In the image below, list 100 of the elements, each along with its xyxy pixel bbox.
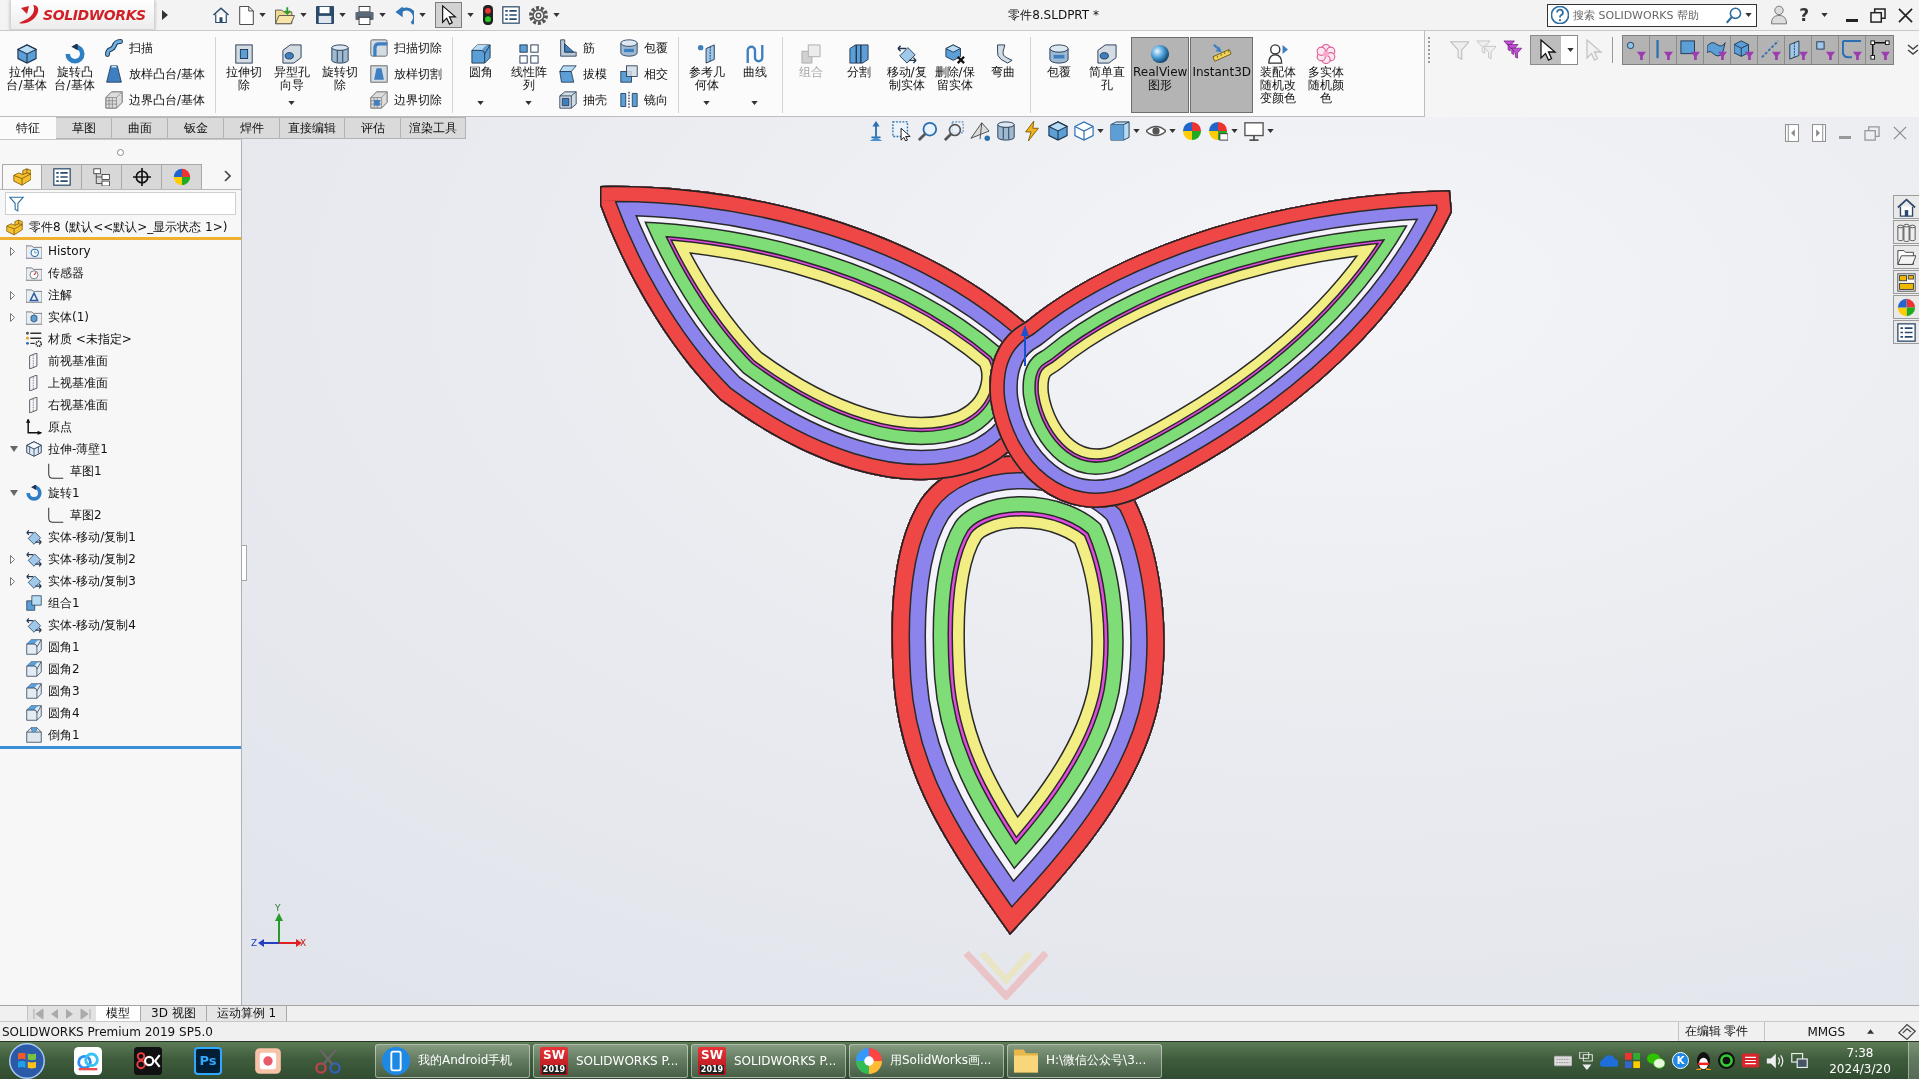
model-tab[interactable]: 运动算例 1: [206, 1006, 288, 1021]
splitter-handle[interactable]: [241, 545, 247, 581]
logo-panel[interactable]: SOLIDWORKS: [10, 0, 155, 30]
tree-item[interactable]: 草图1: [46, 461, 104, 481]
ribbon-button[interactable]: 包覆: [617, 37, 672, 59]
toolbar-grip[interactable]: [1428, 36, 1432, 63]
tree-item[interactable]: 传感器: [24, 263, 86, 283]
list-icon[interactable]: [502, 6, 520, 24]
caret-down-icon[interactable]: [419, 13, 426, 17]
collapsed-arrow-icon[interactable]: [10, 246, 15, 256]
panel-tab[interactable]: [82, 164, 122, 189]
wedge-icon[interactable]: [970, 121, 990, 141]
clock-date[interactable]: 2024/3/20: [1829, 1060, 1891, 1077]
ribbon-button[interactable]: Instant3D: [1190, 37, 1254, 113]
tree-item[interactable]: 拉伸-薄壁1: [24, 439, 110, 459]
minimize-icon[interactable]: [1846, 18, 1858, 22]
task-pane-tab[interactable]: [1893, 245, 1919, 269]
caret-down-icon[interactable]: [1097, 129, 1104, 133]
tree-item[interactable]: 圆角1: [24, 637, 82, 657]
help-button[interactable]: ?: [1799, 5, 1809, 25]
ribbon-button[interactable]: 多实体随机颜色: [1302, 37, 1350, 113]
zoom-area-icon[interactable]: [944, 121, 964, 141]
filter-toggle-button[interactable]: [1839, 35, 1866, 64]
ribbon-button[interactable]: 边界切除: [367, 89, 446, 111]
command-tab[interactable]: 渲染工具: [401, 117, 466, 139]
show-desktop-button[interactable]: [1908, 1041, 1919, 1079]
caret-down-icon[interactable]: [300, 13, 307, 17]
caret-down-icon[interactable]: [1133, 129, 1140, 133]
ribbon-button[interactable]: RealView图形: [1131, 37, 1190, 113]
tree-item[interactable]: 草图2: [46, 505, 104, 525]
wireframe-cube-icon[interactable]: [1074, 121, 1094, 141]
rebuild-icon[interactable]: [1898, 1022, 1916, 1041]
select-tool-button[interactable]: [435, 2, 462, 28]
color-ball-icon[interactable]: [1182, 121, 1202, 141]
color-blocks-icon[interactable]: [1625, 1053, 1640, 1068]
app-tile[interactable]: Ps: [194, 1046, 222, 1075]
double-chevron-icon[interactable]: [1907, 44, 1919, 55]
ribbon-button[interactable]: 扫描切除: [367, 37, 446, 59]
ribbon-button[interactable]: 分割: [835, 37, 883, 113]
caret-down-icon[interactable]: [1169, 129, 1176, 133]
panel-tab[interactable]: [42, 164, 82, 189]
ribbon-button[interactable]: 放样切割: [367, 63, 446, 85]
ribbon-button[interactable]: 删除/保留实体: [931, 37, 979, 113]
triangle-right-icon[interactable]: [162, 10, 168, 20]
tree-item[interactable]: 原点: [24, 417, 74, 437]
zoom-icon[interactable]: [918, 121, 938, 141]
cube-icon[interactable]: [1048, 121, 1068, 141]
command-tab[interactable]: 曲面: [112, 117, 168, 139]
task-pane-tab[interactable]: [1893, 195, 1919, 219]
command-tab[interactable]: 评估: [345, 117, 401, 139]
filter-field[interactable]: [5, 192, 236, 215]
ribbon-button[interactable]: 相交: [617, 63, 672, 85]
taskbar-button[interactable]: 我的Android手机: [375, 1043, 530, 1078]
caret-down-icon[interactable]: [467, 13, 474, 17]
caret-down-icon[interactable]: [379, 13, 386, 17]
close-icon[interactable]: [1898, 7, 1913, 23]
filter-toggle-button[interactable]: [1758, 35, 1785, 64]
ribbon-button[interactable]: 镜向: [617, 89, 672, 111]
tree-item[interactable]: 前视基准面: [24, 351, 110, 371]
ribbon-button[interactable]: 筋: [556, 37, 611, 59]
caret-down-icon[interactable]: [1821, 13, 1828, 17]
penguin-icon[interactable]: [1696, 1051, 1711, 1070]
task-pane-tab[interactable]: [1893, 220, 1919, 244]
tree-item[interactable]: 材质 <未指定>: [24, 329, 134, 349]
dotted-square-cursor-icon[interactable]: [892, 121, 912, 141]
collapsed-arrow-icon[interactable]: [10, 290, 15, 300]
filter-toggle-button[interactable]: [1866, 35, 1893, 64]
task-pane-tab[interactable]: [1893, 270, 1919, 294]
tray-badge[interactable]: K: [1672, 1052, 1689, 1069]
caret-down-icon[interactable]: [259, 13, 266, 17]
filter-toggle-button[interactable]: [1650, 35, 1677, 64]
picture-app-icon[interactable]: [254, 1046, 282, 1075]
tree-item[interactable]: 倒角1: [24, 725, 82, 745]
collapsed-arrow-icon[interactable]: [10, 576, 15, 586]
tree-item[interactable]: 实体-移动/复制4: [24, 615, 138, 635]
collapsed-arrow-icon[interactable]: [10, 312, 15, 322]
filter-toggle-button[interactable]: [1812, 35, 1839, 64]
search-icon[interactable]: [1726, 6, 1743, 24]
ribbon-button[interactable]: 旋转切除: [316, 37, 364, 113]
ribbon-button[interactable]: 曲线: [731, 37, 779, 113]
filter-toggle-button[interactable]: [1704, 35, 1731, 64]
ribbon-button[interactable]: 抽壳: [556, 89, 611, 111]
lightning-icon[interactable]: [1022, 121, 1042, 141]
orb-icon[interactable]: [9, 1042, 45, 1079]
ribbon-button[interactable]: 扫描: [102, 37, 209, 59]
ribbon-button[interactable]: 移动/复制实体: [883, 37, 931, 113]
task-pane-tab[interactable]: [1893, 295, 1919, 319]
ribbon-button[interactable]: 弯曲: [979, 37, 1027, 113]
page-icon[interactable]: [239, 5, 254, 25]
ring-icon[interactable]: [1718, 1052, 1735, 1069]
home-icon[interactable]: [212, 6, 230, 24]
select-tool-button[interactable]: [1530, 34, 1578, 65]
user-icon[interactable]: [1771, 5, 1788, 25]
tree-item[interactable]: 组合1: [24, 593, 82, 613]
caret-down-icon[interactable]: [1745, 13, 1753, 17]
app-tray-icon[interactable]: [1742, 1053, 1759, 1068]
model-tab[interactable]: 模型: [96, 1006, 141, 1021]
model-tab[interactable]: 3D 视图: [141, 1006, 207, 1021]
expanded-arrow-icon[interactable]: [10, 490, 18, 496]
rings-logo-icon[interactable]: [134, 1046, 162, 1075]
